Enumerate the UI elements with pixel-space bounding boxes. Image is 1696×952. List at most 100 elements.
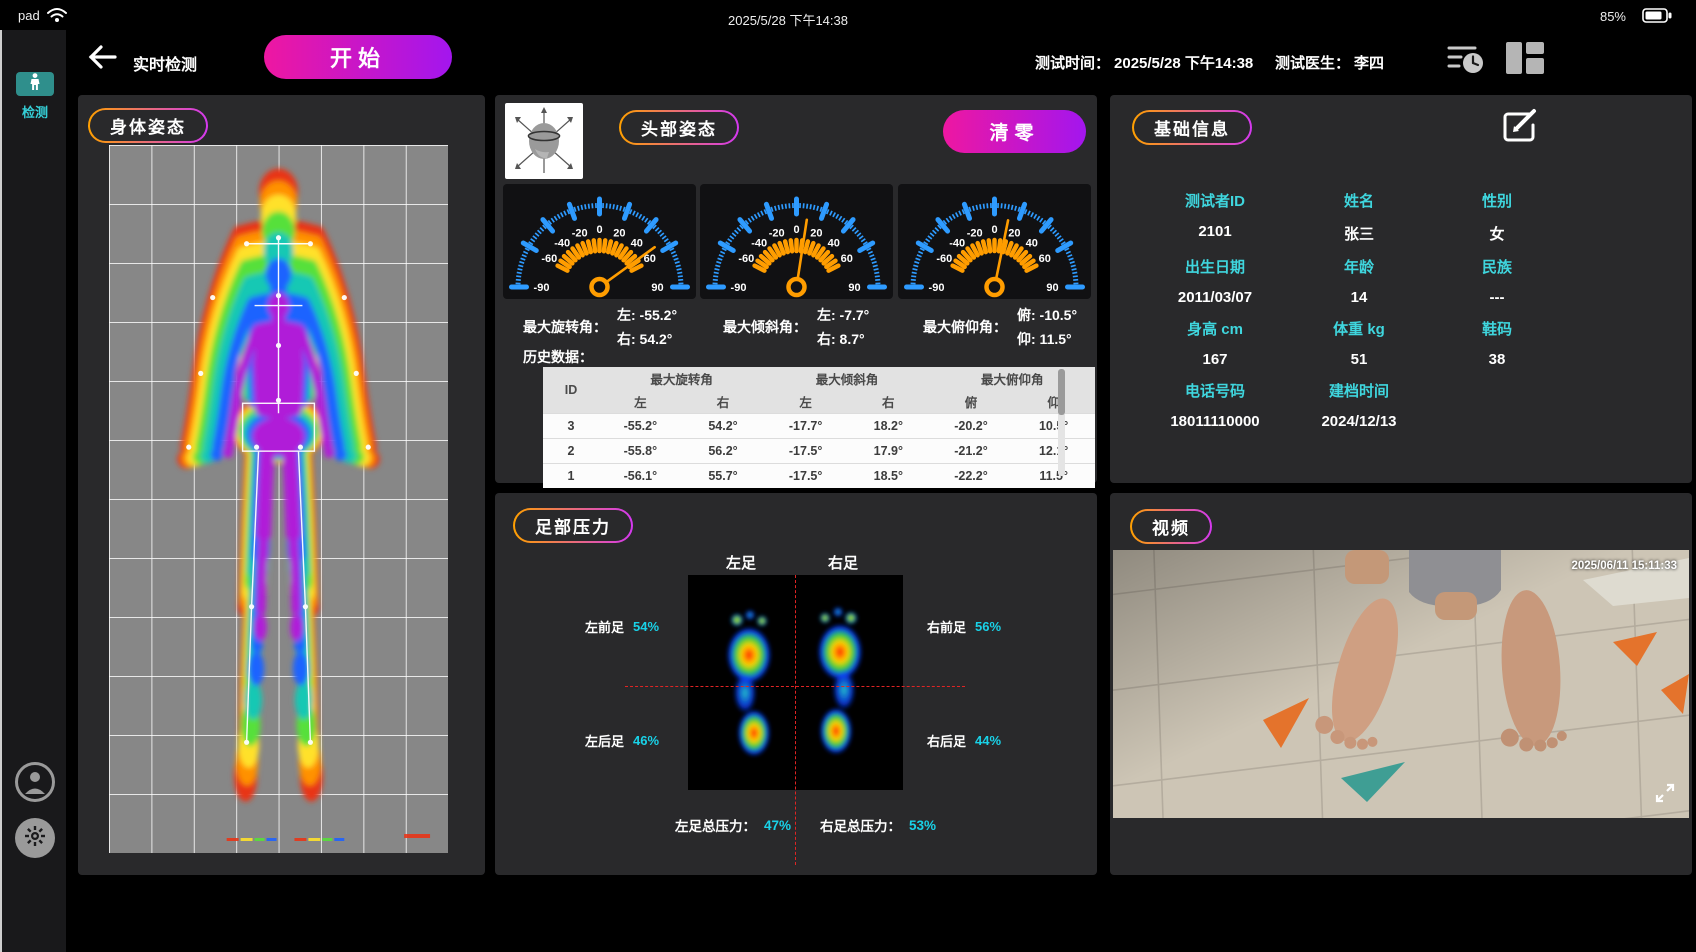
metric-right-value: 右: 54.2° <box>617 329 677 349</box>
body-posture-panel: 身体姿态 <box>78 95 485 875</box>
metric-pitch: 最大俯仰角： 俯: -10.5° 仰: 11.5° <box>923 305 1077 349</box>
foot-pressure-panel: 足部压力 左足 右足 <box>495 493 1097 875</box>
quadrant-right-fore: 右前足 56% <box>927 617 1001 636</box>
table-header: 最大旋转角 <box>599 367 764 390</box>
head-axes-thumbnail <box>505 103 583 179</box>
profile-button[interactable] <box>15 762 55 802</box>
svg-text:-90: -90 <box>534 282 550 294</box>
quadrant-label: 左前足 <box>585 617 624 636</box>
total-value: 47% <box>764 818 791 833</box>
fullscreen-icon <box>1655 783 1675 803</box>
metric-label: 最大俯仰角： <box>923 317 1007 337</box>
svg-text:20: 20 <box>1008 227 1020 239</box>
test-time-label: 测试时间： <box>1035 52 1110 73</box>
app-screen: pad 2025/5/28 下午14:38 85% 检测 实时检测 开 <box>0 0 1696 952</box>
svg-text:-90: -90 <box>929 282 945 294</box>
test-time-value: 2025/5/28 下午14:38 <box>1114 52 1253 73</box>
video-badge-label: 视频 <box>1132 511 1210 542</box>
history-table: ID最大旋转角最大倾斜角最大俯仰角左右左右俯仰3-55.2°54.2°-17.7… <box>543 367 1095 488</box>
info-value: 2011/03/07 <box>1140 289 1290 306</box>
back-button[interactable] <box>88 44 118 75</box>
person-icon <box>29 73 41 96</box>
svg-text:-40: -40 <box>751 238 767 250</box>
history-clock-icon <box>1447 43 1485 75</box>
test-time: 测试时间： 2025/5/28 下午14:38 <box>1035 52 1253 73</box>
svg-text:90: 90 <box>848 282 860 294</box>
total-label: 右足总压力： <box>820 815 901 835</box>
svg-text:-40: -40 <box>554 238 570 250</box>
basic-info-panel: 基础信息 测试者ID姓名性别2101张三女出生日期年龄民族2011/03/071… <box>1110 95 1692 483</box>
table-header: ID <box>543 367 599 414</box>
layout-switch-button[interactable] <box>1504 40 1546 81</box>
info-value: 38 <box>1428 351 1566 368</box>
battery-icon <box>1642 8 1672 28</box>
edit-pencil-icon <box>1500 107 1540 145</box>
info-value: 张三 <box>1290 223 1428 244</box>
history-report-button[interactable] <box>1447 43 1485 80</box>
settings-button[interactable] <box>15 818 55 858</box>
right-foot-label: 右足 <box>828 552 858 573</box>
edit-button[interactable] <box>1500 107 1540 150</box>
gear-icon <box>23 824 47 853</box>
history-label: 历史数据： <box>523 347 593 367</box>
svg-text:-90: -90 <box>731 282 747 294</box>
info-label: 测试者ID <box>1140 190 1290 211</box>
svg-text:40: 40 <box>828 238 840 250</box>
page-title: 实时检测 <box>133 51 197 75</box>
svg-text:40: 40 <box>1026 238 1038 250</box>
svg-text:-60: -60 <box>541 253 557 265</box>
quadrant-left-rear: 左后足 46% <box>585 731 659 750</box>
crosshair-vertical <box>795 575 796 865</box>
metric-up-value: 仰: 11.5° <box>1017 329 1077 349</box>
user-icon <box>22 768 48 799</box>
info-value: 2101 <box>1140 223 1290 244</box>
svg-text:0: 0 <box>793 224 799 236</box>
metric-left-value: 左: -55.2° <box>617 305 677 325</box>
table-row: 2-55.8°56.2°-17.5°17.9°-21.2°12.1° <box>543 439 1095 464</box>
svg-text:60: 60 <box>841 253 853 265</box>
sidebar: 检测 <box>2 30 66 952</box>
table-scrollbar-thumb[interactable] <box>1058 369 1065 415</box>
left-foot-total: 左足总压力： 47% <box>675 815 791 835</box>
info-label: 民族 <box>1428 256 1566 277</box>
info-label: 性别 <box>1428 190 1566 211</box>
svg-text:40: 40 <box>631 238 643 250</box>
body-scan-image <box>109 145 448 853</box>
quadrant-left-fore: 左前足 54% <box>585 617 659 636</box>
metric-down-value: 俯: -10.5° <box>1017 305 1077 325</box>
svg-text:-60: -60 <box>738 253 754 265</box>
video-frame: 2025/06/11 15:11:33 <box>1113 550 1689 818</box>
svg-text:0: 0 <box>596 224 602 236</box>
quadrant-label: 右前足 <box>927 617 966 636</box>
svg-text:-20: -20 <box>572 227 588 239</box>
statusbar-clock: 2025/5/28 下午14:38 <box>728 10 848 29</box>
battery-percent: 85% <box>1600 9 1626 24</box>
history-table-wrap: ID最大旋转角最大倾斜角最大俯仰角左右左右俯仰3-55.2°54.2°-17.7… <box>543 367 1103 488</box>
sidebar-item-detect[interactable] <box>16 72 54 96</box>
test-doctor-label: 测试医生： <box>1275 52 1350 73</box>
info-value: 女 <box>1428 223 1566 244</box>
video-timestamp: 2025/06/11 15:11:33 <box>1571 560 1677 572</box>
table-scrollbar[interactable] <box>1058 367 1065 476</box>
foot-pressure-badge: 足部压力 <box>513 508 633 543</box>
metric-left-value: 左: -7.7° <box>817 305 869 325</box>
clear-button[interactable]: 清零 <box>943 110 1086 153</box>
table-header: 左 <box>599 390 682 414</box>
foot-pressure-badge-label: 足部压力 <box>515 510 631 541</box>
table-header: 右 <box>847 390 930 414</box>
info-label: 年龄 <box>1290 256 1428 277</box>
fullscreen-button[interactable] <box>1655 783 1675 808</box>
metric-label: 最大倾斜角： <box>723 317 807 337</box>
quadrant-right-rear: 右后足 44% <box>927 731 1001 750</box>
table-header: 左 <box>764 390 847 414</box>
metric-tilt: 最大倾斜角： 左: -7.7°右: 8.7° <box>723 305 869 349</box>
info-value: 14 <box>1290 289 1428 306</box>
video-panel: 视频 <box>1110 493 1692 875</box>
layout-grid-icon <box>1504 40 1546 76</box>
table-row: 3-55.2°54.2°-17.7°18.2°-20.2°10.5° <box>543 414 1095 439</box>
svg-text:-20: -20 <box>967 227 983 239</box>
svg-text:0: 0 <box>991 224 997 236</box>
start-button[interactable]: 开始 <box>264 35 452 79</box>
table-row: 1-56.1°55.7°-17.5°18.5°-22.2°11.5° <box>543 464 1095 489</box>
thermal-body-figure <box>109 145 448 853</box>
